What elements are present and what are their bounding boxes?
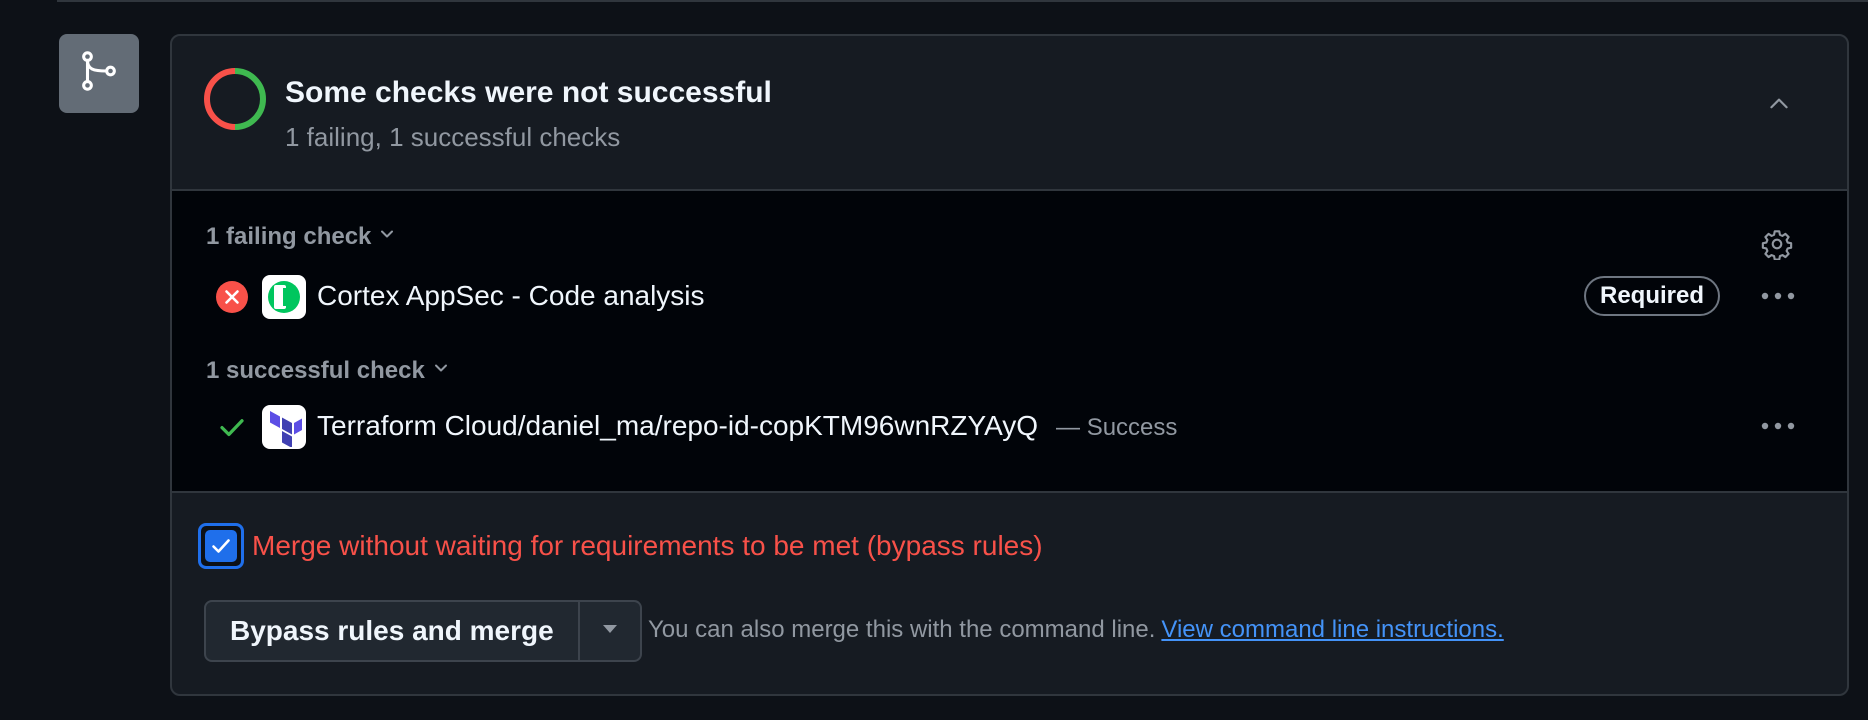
bypass-rules-label[interactable]: Merge without waiting for requirements t… — [252, 530, 1043, 562]
check-status-text: — Success — [1056, 414, 1178, 441]
successful-checks-label: 1 successful check — [206, 357, 425, 384]
failing-checks-toggle[interactable]: 1 failing check — [206, 223, 397, 251]
gear-icon — [1761, 228, 1793, 265]
check-more-button[interactable] — [1753, 277, 1803, 317]
required-badge: Required — [1583, 276, 1720, 316]
checks-list: 1 failing check Cortex AppSec - Code ana… — [172, 191, 1847, 493]
terraform-app-logo — [262, 405, 306, 449]
check-name[interactable]: Terraform Cloud/daniel_ma/repo-id-copKTM… — [317, 410, 1177, 442]
check-row-failing[interactable]: Cortex AppSec - Code analysis Required — [172, 271, 1847, 323]
bypass-rules-checkbox[interactable] — [198, 523, 244, 569]
cortex-app-logo — [262, 275, 306, 319]
check-more-button[interactable] — [1753, 407, 1803, 447]
command-line-hint: You can also merge this with the command… — [648, 616, 1504, 644]
checks-summary-header: Some checks were not successful 1 failin… — [172, 36, 1847, 191]
command-line-instructions-link[interactable]: View command line instructions. — [1161, 616, 1503, 643]
bypass-rules-option[interactable]: Merge without waiting for requirements t… — [198, 523, 1043, 569]
kebab-horizontal-icon — [1760, 288, 1796, 306]
successful-checks-toggle[interactable]: 1 successful check — [206, 357, 451, 385]
status-ring-icon — [202, 66, 268, 132]
check-row-successful[interactable]: Terraform Cloud/daniel_ma/repo-id-copKTM… — [172, 401, 1847, 453]
bypass-and-merge-button[interactable]: Bypass rules and merge — [206, 602, 580, 660]
chevron-down-icon — [377, 223, 397, 251]
command-line-hint-text: You can also merge this with the command… — [648, 616, 1156, 643]
merge-badge — [59, 34, 139, 113]
check-name[interactable]: Cortex AppSec - Code analysis — [317, 280, 705, 312]
timeline-divider — [57, 0, 1868, 2]
merge-box: Some checks were not successful 1 failin… — [170, 34, 1849, 696]
check-icon — [205, 530, 237, 562]
git-merge-icon — [76, 48, 122, 99]
check-name-text[interactable]: Terraform Cloud/daniel_ma/repo-id-copKTM… — [317, 410, 1038, 441]
kebab-horizontal-icon — [1760, 418, 1796, 436]
checks-settings-button[interactable] — [1757, 226, 1797, 266]
merge-button-group: Bypass rules and merge — [204, 600, 642, 662]
chevron-down-icon — [431, 357, 451, 385]
failing-checks-label: 1 failing check — [206, 223, 372, 250]
check-icon — [214, 409, 250, 445]
checks-summary-subtitle: 1 failing, 1 successful checks — [285, 122, 621, 152]
collapse-checks-button[interactable] — [1759, 86, 1799, 126]
chevron-up-icon — [1766, 91, 1792, 122]
checks-summary-title: Some checks were not successful — [285, 76, 772, 109]
triangle-down-icon — [601, 622, 619, 640]
x-circle-fill-icon — [214, 279, 250, 315]
merge-method-dropdown[interactable] — [580, 602, 640, 660]
